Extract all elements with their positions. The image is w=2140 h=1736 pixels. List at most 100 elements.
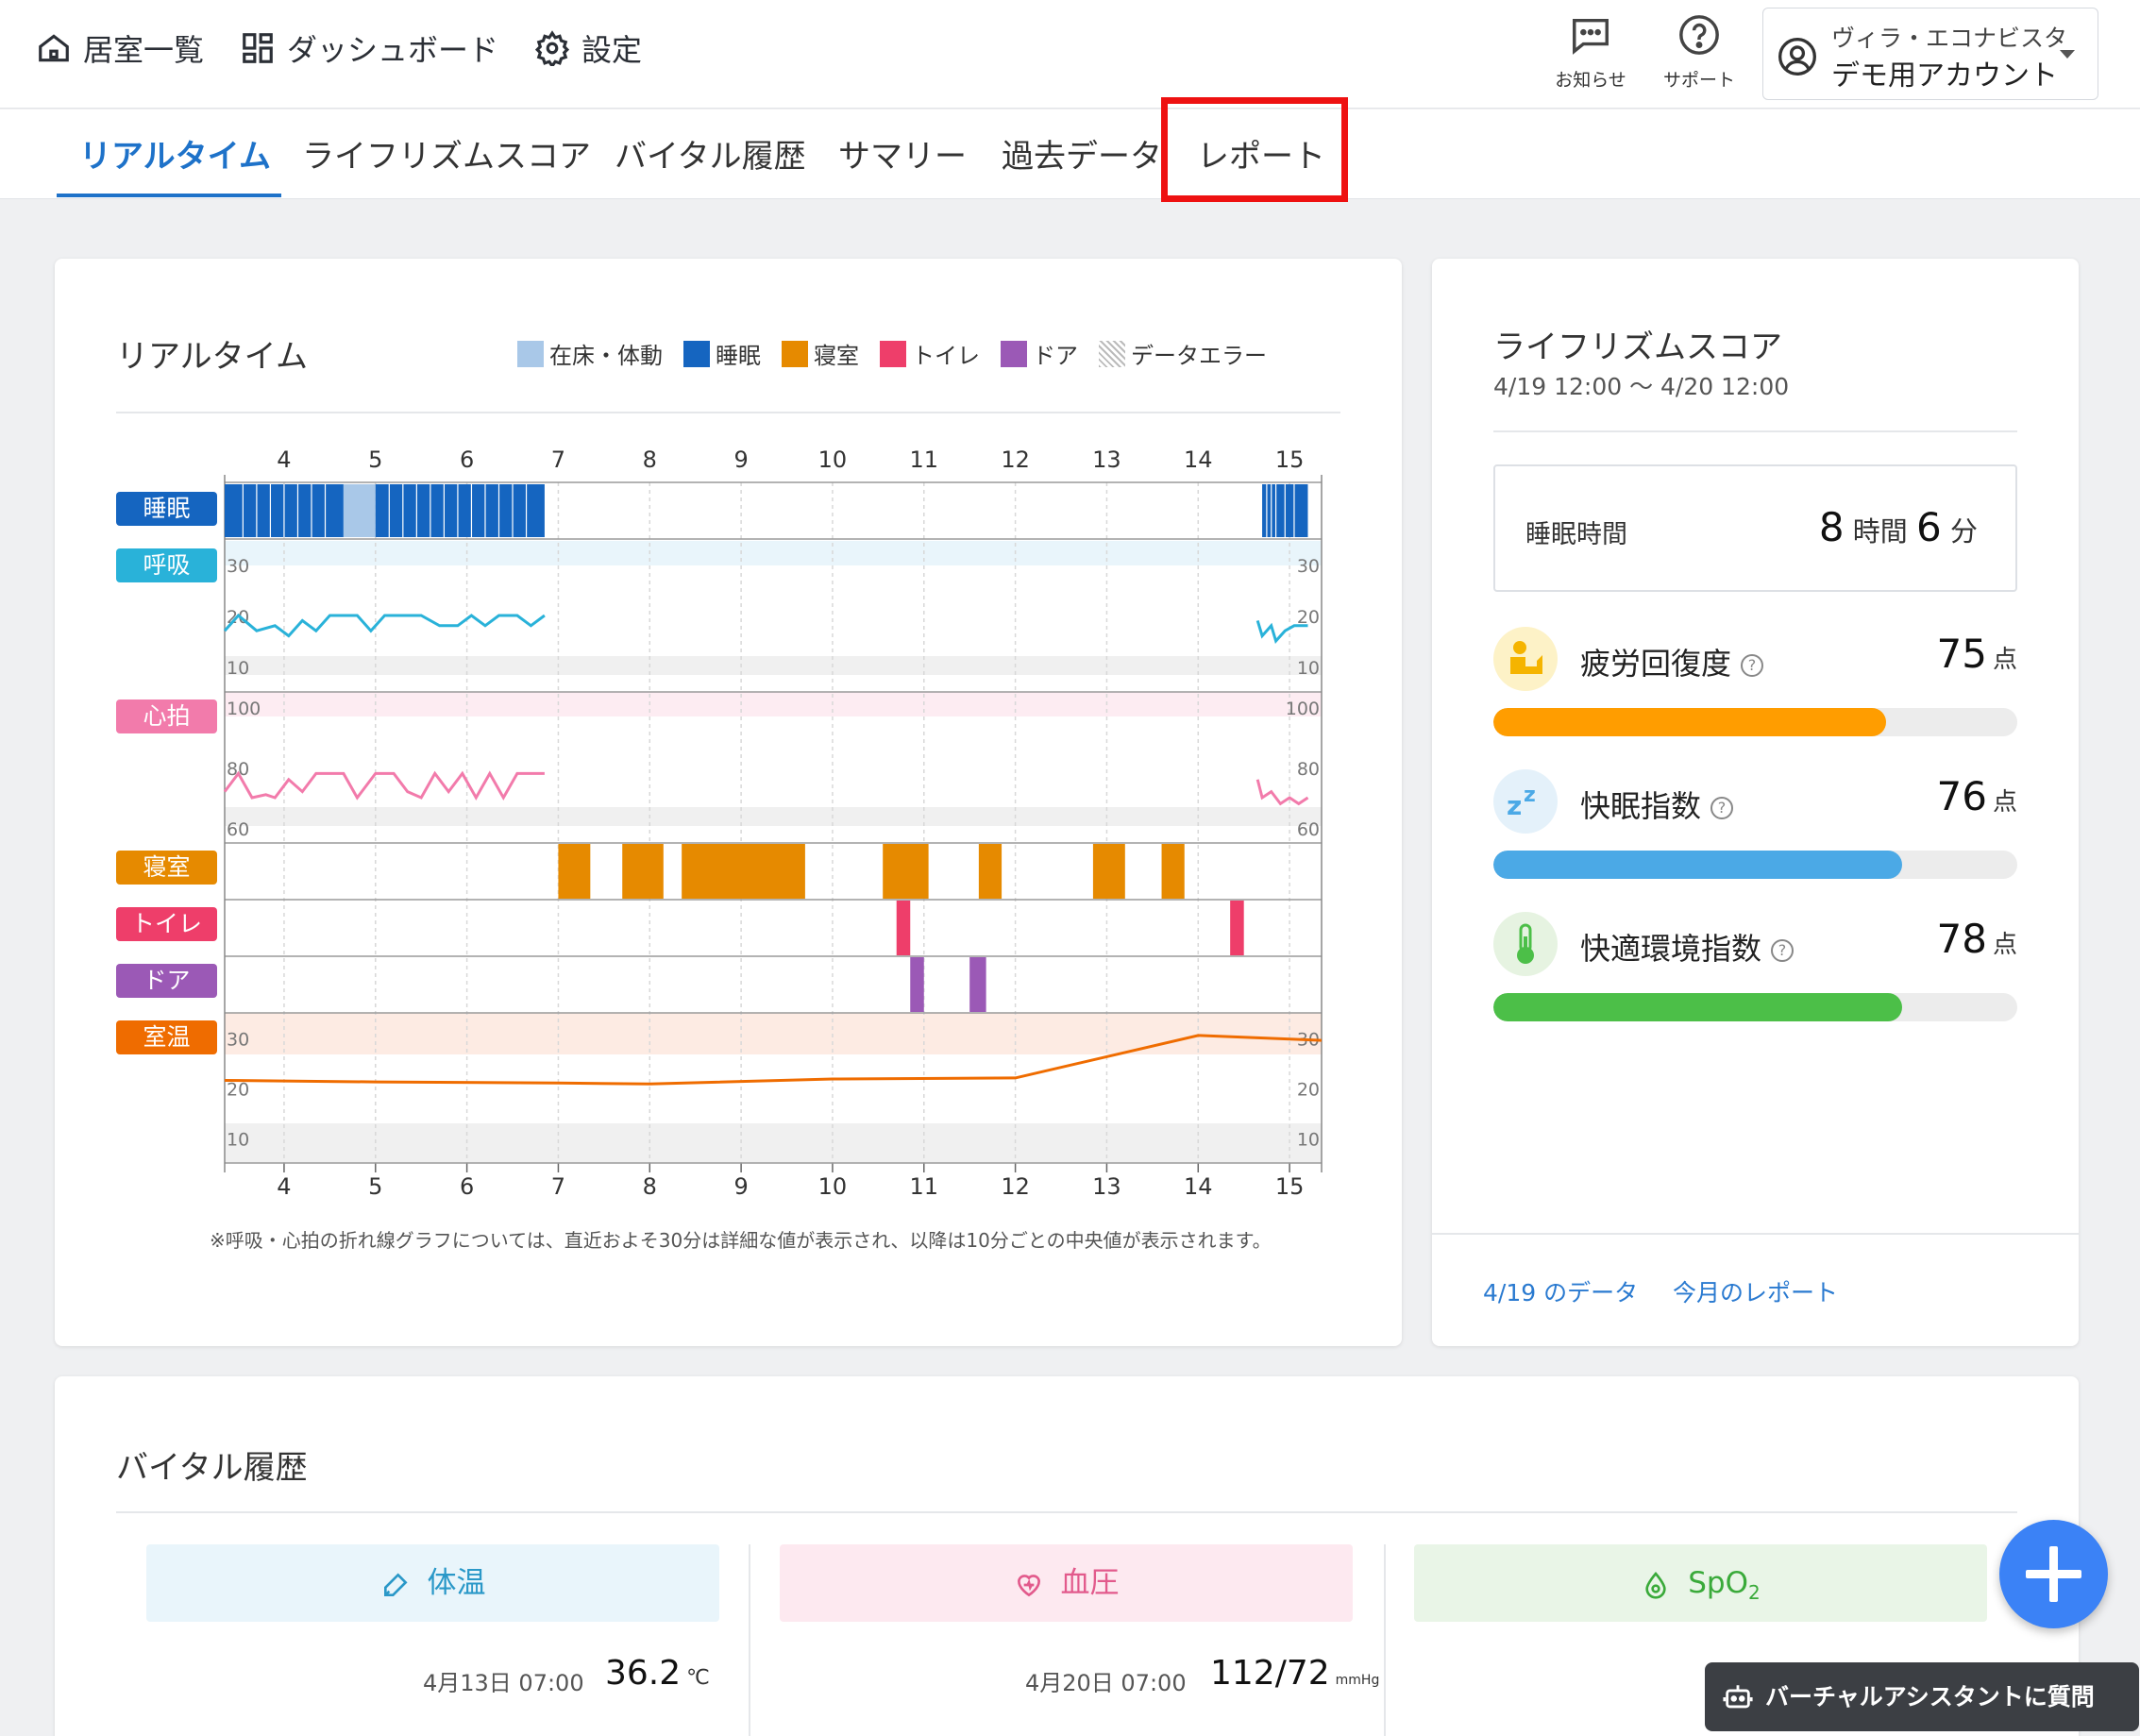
tab-vital-history[interactable]: バイタル履歴	[615, 130, 806, 177]
room-temp-y-tick-left: 20	[227, 1080, 249, 1101]
x-tick-label-top: 9	[733, 447, 748, 473]
legend-item: トイレ	[880, 337, 980, 370]
notifications-label: お知らせ	[1555, 70, 1626, 91]
score-date-range: 4/19 12:00 〜 4/20 12:00	[1493, 373, 1790, 400]
heart-rate-y-tick-left: 80	[227, 759, 249, 780]
virtual-assistant-button[interactable]: バーチャルアシスタントに質問	[1705, 1662, 2139, 1731]
score-label: 疲労回復度?	[1580, 640, 1764, 683]
sleep-time-box: 睡眠時間 8 時間 6 分	[1493, 464, 2017, 592]
x-tick-label-bottom: 13	[1092, 1173, 1121, 1200]
water-drop-icon	[1645, 1571, 1666, 1599]
heart-rate-y-tick-right: 100	[1286, 699, 1320, 719]
sleep-time-label: 睡眠時間	[1525, 520, 1627, 549]
x-tick-label-top: 11	[910, 447, 939, 473]
main-nav: 居室一覧 ダッシュボード 設定	[36, 26, 678, 70]
chart-footnote: ※呼吸・心拍の折れ線グラフについては、直近およそ30分は詳細な値が表示され、以降…	[210, 1229, 1272, 1252]
help-icon[interactable]: ?	[1710, 797, 1734, 819]
vital-tile-blood-pressure[interactable]: 血圧	[780, 1544, 1353, 1622]
minutes-unit: 分	[1949, 515, 1978, 548]
respiration-y-tick-right: 10	[1297, 658, 1320, 679]
score-progress-track	[1493, 708, 2017, 736]
chart-legend: 在床・体動 睡眠 寝室 トイレ ドア データエラー	[517, 337, 1288, 370]
room-temp-y-tick-left: 30	[227, 1030, 249, 1051]
door-event	[969, 957, 986, 1012]
respiration-series	[223, 613, 546, 638]
help-icon[interactable]: ?	[1741, 654, 1764, 677]
x-tick-label-top: 14	[1184, 447, 1213, 473]
sleep-segment	[343, 484, 376, 537]
room-temp-y-tick-right: 10	[1297, 1130, 1320, 1151]
band-heart-rate	[225, 692, 1322, 716]
vital-date-blood-pressure: 4月20日 07:00	[1025, 1670, 1187, 1696]
row-label-bedroom: 寝室	[116, 851, 217, 885]
score-number: 76	[1936, 773, 1987, 819]
legend-label: データエラー	[1131, 343, 1267, 369]
nav-settings[interactable]: 設定	[534, 26, 642, 70]
score-value-sleep: 76 点	[1937, 773, 2017, 819]
respiration-y-tick-right: 30	[1297, 556, 1320, 577]
message-icon	[1573, 18, 1609, 55]
score-number: 78	[1936, 916, 1987, 962]
x-tick-label-top: 6	[460, 447, 474, 473]
respiration-y-tick-left: 30	[227, 556, 249, 577]
bedroom-event	[558, 844, 591, 899]
nav-settings-label: 設定	[581, 32, 643, 68]
score-unit: 点	[1992, 788, 2017, 817]
account-menu[interactable]: ヴィラ・エコナビスタ デモ用アカウント	[1762, 8, 2098, 100]
heart-rate-y-tick-right: 60	[1297, 819, 1320, 840]
nav-dashboard[interactable]: ダッシュボード	[240, 26, 498, 70]
respiration-y-tick-left: 10	[227, 658, 249, 679]
notifications-button[interactable]: お知らせ	[1539, 13, 1643, 92]
legend-item: 在床・体動	[517, 337, 663, 370]
row-label-heart-rate: 心拍	[116, 699, 217, 733]
sleep-zz-icon: zz	[1493, 769, 1558, 834]
x-tick-label-bottom: 7	[551, 1173, 565, 1200]
support-button[interactable]: サポート	[1647, 13, 1751, 92]
day-data-link[interactable]: 4/19 のデータ	[1483, 1274, 1638, 1308]
score-progress-fill	[1493, 708, 1887, 736]
legend-label: 在床・体動	[549, 343, 663, 369]
score-progress-track	[1493, 993, 2017, 1021]
band-room-temp-low	[225, 1123, 1322, 1163]
tab-life-rhythm-score[interactable]: ライフリズムスコア	[302, 130, 591, 177]
tab-realtime[interactable]: リアルタイム	[79, 130, 271, 177]
legend-item: ドア	[1001, 337, 1078, 370]
nav-room-list[interactable]: 居室一覧	[36, 26, 204, 70]
band-room-temp	[225, 1013, 1322, 1054]
heart-pulse-icon	[1017, 1574, 1040, 1596]
tab-past-data[interactable]: 過去データ	[1002, 130, 1162, 177]
vital-number: 112/72	[1210, 1654, 1330, 1693]
legend-item: データエラー	[1099, 337, 1267, 370]
bedroom-event	[978, 844, 1003, 899]
sleep-time-value: 8 時間 6 分	[1819, 504, 1978, 550]
help-icon	[1679, 15, 1719, 55]
vital-label: SpO	[1688, 1566, 1749, 1600]
tab-bar: リアルタイム ライフリズムスコア バイタル履歴 サマリー 過去データ レポート	[0, 110, 2140, 199]
vital-tile-body-temp[interactable]: 体温	[146, 1544, 719, 1622]
tab-summary[interactable]: サマリー	[838, 130, 967, 177]
legend-label: 睡眠	[716, 343, 761, 369]
vital-tile-spo2[interactable]: SpO2	[1414, 1544, 1987, 1622]
vital-value-blood-pressure: 112/72 mmHg	[1210, 1654, 1379, 1693]
vital-label-sub: 2	[1748, 1581, 1761, 1605]
account-facility: ヴィラ・エコナビスタ	[1831, 25, 2068, 52]
hours-unit: 時間	[1852, 515, 1908, 548]
help-icon[interactable]: ?	[1771, 939, 1795, 962]
x-tick-label-bottom: 14	[1184, 1173, 1213, 1200]
svg-text:z: z	[1524, 784, 1536, 807]
month-report-link[interactable]: 今月のレポート	[1673, 1274, 1838, 1308]
score-label-text: 快適環境指数	[1580, 931, 1762, 967]
toilet-event	[1230, 901, 1244, 955]
x-tick-label-top: 4	[277, 447, 291, 473]
account-name: デモ用アカウント	[1831, 59, 2058, 93]
vital-label: 体温	[427, 1566, 486, 1600]
heart-rate-y-tick-left: 60	[227, 819, 249, 840]
x-tick-label-top: 10	[818, 447, 848, 473]
band-respiration	[225, 541, 1322, 565]
score-value-comfort: 78 点	[1937, 916, 2017, 962]
toilet-event	[896, 901, 911, 955]
score-label-text: 疲労回復度	[1580, 646, 1732, 682]
gear-icon	[534, 30, 570, 66]
add-button[interactable]	[1999, 1520, 2108, 1628]
legend-swatch	[1001, 340, 1027, 367]
